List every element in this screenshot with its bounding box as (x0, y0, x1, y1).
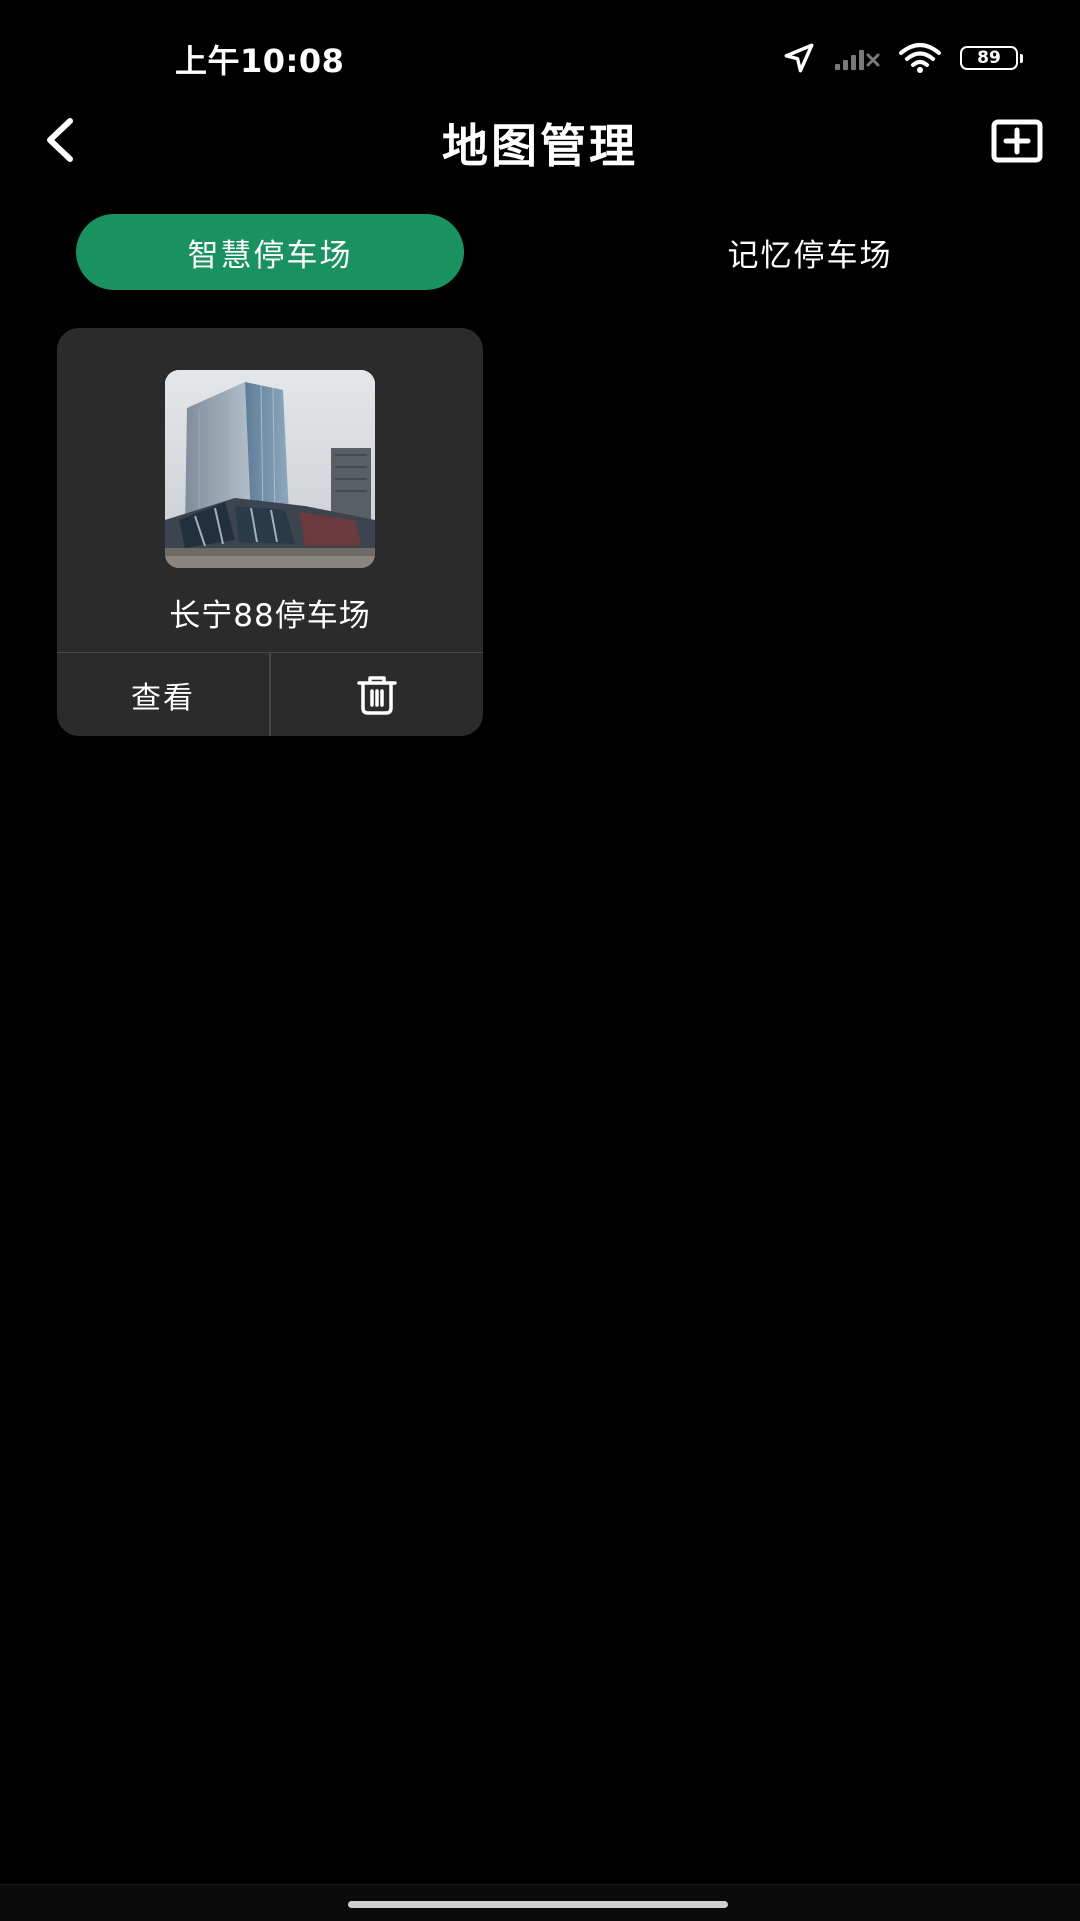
view-button[interactable]: 查看 (57, 653, 269, 736)
battery-icon: 89 (960, 46, 1023, 70)
home-indicator[interactable] (348, 1901, 728, 1908)
home-indicator-area (0, 1884, 1080, 1921)
building-photo (165, 370, 375, 568)
parking-lot-name: 长宁88停车场 (169, 598, 371, 634)
add-button[interactable] (990, 114, 1044, 168)
tab-bar: 智慧停车场 记忆停车场 (76, 214, 1006, 290)
status-time: 上午10:08 (175, 42, 345, 80)
location-arrow-icon (784, 43, 814, 73)
trash-icon (357, 675, 397, 715)
cellular-signal-off-icon (835, 50, 880, 70)
nav-bar: 地图管理 (0, 100, 1080, 180)
page-title: 地图管理 (442, 119, 638, 173)
tab-smart-parking[interactable]: 智慧停车场 (76, 214, 464, 290)
parking-lot-card[interactable]: 长宁88停车场 查看 (57, 328, 483, 736)
status-bar: 上午10:08 89 (0, 0, 1080, 110)
plus-square-icon (991, 119, 1043, 163)
status-icons: 89 (782, 40, 1023, 76)
wifi-icon (899, 43, 941, 73)
battery-level: 89 (977, 47, 1001, 68)
tab-memory-parking[interactable]: 记忆停车场 (616, 214, 1004, 290)
delete-button[interactable] (271, 653, 483, 736)
parking-lot-thumbnail (165, 370, 375, 568)
